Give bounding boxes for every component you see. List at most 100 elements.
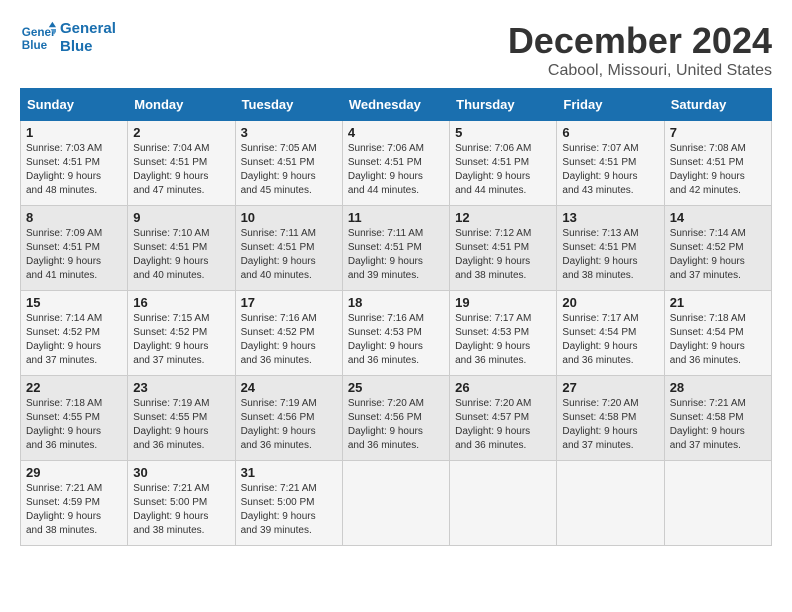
daylight-minutes: and 37 minutes. — [26, 355, 97, 366]
daylight-label: Daylight: 9 hours — [562, 341, 637, 352]
calendar-cell: 4 Sunrise: 7:06 AM Sunset: 4:51 PM Dayli… — [342, 121, 449, 206]
calendar-cell: 17 Sunrise: 7:16 AM Sunset: 4:52 PM Dayl… — [235, 291, 342, 376]
sunset-label: Sunset: 4:56 PM — [348, 412, 422, 423]
calendar-cell: 26 Sunrise: 7:20 AM Sunset: 4:57 PM Dayl… — [450, 376, 557, 461]
daylight-minutes: and 36 minutes. — [455, 440, 526, 451]
calendar-cell: 19 Sunrise: 7:17 AM Sunset: 4:53 PM Dayl… — [450, 291, 557, 376]
day-number: 14 — [670, 210, 766, 225]
daylight-label: Daylight: 9 hours — [26, 426, 101, 437]
daylight-label: Daylight: 9 hours — [241, 341, 316, 352]
calendar-week-row: 22 Sunrise: 7:18 AM Sunset: 4:55 PM Dayl… — [21, 376, 772, 461]
sunrise-label: Sunrise: 7:07 AM — [562, 143, 638, 154]
sunrise-label: Sunrise: 7:16 AM — [241, 313, 317, 324]
sunrise-label: Sunrise: 7:05 AM — [241, 143, 317, 154]
day-info: Sunrise: 7:20 AM Sunset: 4:58 PM Dayligh… — [562, 397, 658, 453]
weekday-header-row: SundayMondayTuesdayWednesdayThursdayFrid… — [21, 89, 772, 121]
sunset-label: Sunset: 4:57 PM — [455, 412, 529, 423]
calendar-cell: 3 Sunrise: 7:05 AM Sunset: 4:51 PM Dayli… — [235, 121, 342, 206]
day-info: Sunrise: 7:18 AM Sunset: 4:54 PM Dayligh… — [670, 312, 766, 368]
calendar-cell: 30 Sunrise: 7:21 AM Sunset: 5:00 PM Dayl… — [128, 461, 235, 546]
day-number: 17 — [241, 295, 337, 310]
day-number: 31 — [241, 465, 337, 480]
daylight-minutes: and 43 minutes. — [562, 185, 633, 196]
sunset-label: Sunset: 4:51 PM — [562, 157, 636, 168]
sunrise-label: Sunrise: 7:06 AM — [455, 143, 531, 154]
daylight-label: Daylight: 9 hours — [348, 256, 423, 267]
sunrise-label: Sunrise: 7:10 AM — [133, 228, 209, 239]
calendar-cell: 15 Sunrise: 7:14 AM Sunset: 4:52 PM Dayl… — [21, 291, 128, 376]
calendar-cell: 25 Sunrise: 7:20 AM Sunset: 4:56 PM Dayl… — [342, 376, 449, 461]
calendar-cell: 13 Sunrise: 7:13 AM Sunset: 4:51 PM Dayl… — [557, 206, 664, 291]
sunrise-label: Sunrise: 7:17 AM — [562, 313, 638, 324]
month-title: December 2024 — [508, 20, 772, 62]
day-info: Sunrise: 7:14 AM Sunset: 4:52 PM Dayligh… — [26, 312, 122, 368]
daylight-minutes: and 42 minutes. — [670, 185, 741, 196]
sunset-label: Sunset: 4:52 PM — [670, 242, 744, 253]
daylight-minutes: and 37 minutes. — [670, 440, 741, 451]
sunset-label: Sunset: 4:54 PM — [562, 327, 636, 338]
sunset-label: Sunset: 4:51 PM — [26, 242, 100, 253]
daylight-minutes: and 47 minutes. — [133, 185, 204, 196]
daylight-minutes: and 48 minutes. — [26, 185, 97, 196]
calendar-cell: 10 Sunrise: 7:11 AM Sunset: 4:51 PM Dayl… — [235, 206, 342, 291]
sunrise-label: Sunrise: 7:13 AM — [562, 228, 638, 239]
sunrise-label: Sunrise: 7:20 AM — [348, 398, 424, 409]
day-number: 9 — [133, 210, 229, 225]
page-header: General Blue General Blue December 2024 … — [20, 20, 772, 80]
day-number: 25 — [348, 380, 444, 395]
sunset-label: Sunset: 5:00 PM — [133, 497, 207, 508]
day-info: Sunrise: 7:04 AM Sunset: 4:51 PM Dayligh… — [133, 142, 229, 198]
day-number: 26 — [455, 380, 551, 395]
day-number: 3 — [241, 125, 337, 140]
daylight-minutes: and 36 minutes. — [241, 355, 312, 366]
calendar-cell — [557, 461, 664, 546]
daylight-label: Daylight: 9 hours — [26, 511, 101, 522]
day-number: 28 — [670, 380, 766, 395]
day-number: 18 — [348, 295, 444, 310]
calendar-table: SundayMondayTuesdayWednesdayThursdayFrid… — [20, 88, 772, 546]
daylight-label: Daylight: 9 hours — [348, 171, 423, 182]
sunset-label: Sunset: 4:51 PM — [455, 242, 529, 253]
daylight-label: Daylight: 9 hours — [133, 511, 208, 522]
title-section: December 2024 Cabool, Missouri, United S… — [508, 20, 772, 80]
sunset-label: Sunset: 4:51 PM — [562, 242, 636, 253]
daylight-minutes: and 44 minutes. — [348, 185, 419, 196]
calendar-cell: 28 Sunrise: 7:21 AM Sunset: 4:58 PM Dayl… — [664, 376, 771, 461]
day-info: Sunrise: 7:11 AM Sunset: 4:51 PM Dayligh… — [348, 227, 444, 283]
daylight-minutes: and 38 minutes. — [26, 525, 97, 536]
sunrise-label: Sunrise: 7:21 AM — [133, 483, 209, 494]
day-number: 11 — [348, 210, 444, 225]
day-number: 23 — [133, 380, 229, 395]
sunset-label: Sunset: 4:51 PM — [348, 242, 422, 253]
daylight-label: Daylight: 9 hours — [562, 171, 637, 182]
sunset-label: Sunset: 4:56 PM — [241, 412, 315, 423]
daylight-minutes: and 37 minutes. — [133, 355, 204, 366]
calendar-cell — [342, 461, 449, 546]
sunset-label: Sunset: 4:58 PM — [562, 412, 636, 423]
day-info: Sunrise: 7:19 AM Sunset: 4:55 PM Dayligh… — [133, 397, 229, 453]
weekday-header-thursday: Thursday — [450, 89, 557, 121]
sunrise-label: Sunrise: 7:19 AM — [241, 398, 317, 409]
daylight-label: Daylight: 9 hours — [455, 256, 530, 267]
sunrise-label: Sunrise: 7:18 AM — [670, 313, 746, 324]
daylight-minutes: and 36 minutes. — [241, 440, 312, 451]
day-number: 13 — [562, 210, 658, 225]
day-number: 22 — [26, 380, 122, 395]
sunset-label: Sunset: 4:54 PM — [670, 327, 744, 338]
daylight-minutes: and 39 minutes. — [348, 270, 419, 281]
day-info: Sunrise: 7:18 AM Sunset: 4:55 PM Dayligh… — [26, 397, 122, 453]
sunrise-label: Sunrise: 7:04 AM — [133, 143, 209, 154]
sunrise-label: Sunrise: 7:20 AM — [455, 398, 531, 409]
sunset-label: Sunset: 4:59 PM — [26, 497, 100, 508]
calendar-cell — [450, 461, 557, 546]
daylight-minutes: and 39 minutes. — [241, 525, 312, 536]
daylight-minutes: and 36 minutes. — [455, 355, 526, 366]
sunrise-label: Sunrise: 7:03 AM — [26, 143, 102, 154]
day-number: 16 — [133, 295, 229, 310]
weekday-header-monday: Monday — [128, 89, 235, 121]
daylight-minutes: and 45 minutes. — [241, 185, 312, 196]
daylight-label: Daylight: 9 hours — [241, 511, 316, 522]
day-info: Sunrise: 7:11 AM Sunset: 4:51 PM Dayligh… — [241, 227, 337, 283]
calendar-cell: 2 Sunrise: 7:04 AM Sunset: 4:51 PM Dayli… — [128, 121, 235, 206]
sunrise-label: Sunrise: 7:14 AM — [26, 313, 102, 324]
